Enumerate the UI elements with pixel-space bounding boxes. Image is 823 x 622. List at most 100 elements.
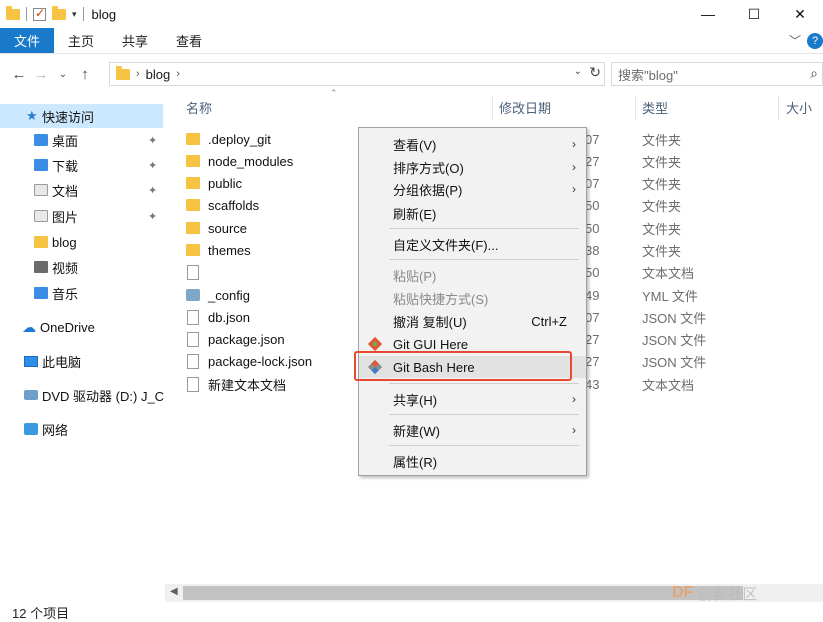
file-row[interactable]: package-lock.json — [186, 350, 312, 372]
menu-label: 排序方式(O) — [393, 160, 464, 176]
help-icon[interactable]: ? — [807, 32, 823, 49]
item-count: 12 个项目 — [12, 605, 70, 621]
nav-item-pictures[interactable]: 图片 ✦ — [0, 204, 157, 228]
sort-ascending-icon: ⌃ — [330, 88, 338, 98]
file-row[interactable]: _config — [186, 284, 250, 306]
address-dropdown-chevron-icon[interactable]: ⌄ — [574, 66, 582, 77]
minimize-button[interactable]: — — [685, 0, 731, 28]
menu-label: 刷新(E) — [393, 206, 437, 222]
scroll-left-arrow-icon[interactable]: ◀ — [170, 586, 178, 597]
column-header-name[interactable]: 名称 — [186, 96, 212, 118]
download-icon — [34, 159, 48, 171]
tab-share[interactable]: 共享 — [108, 28, 162, 53]
nav-item-desktop[interactable]: 桌面 ✦ — [0, 128, 157, 152]
file-row[interactable]: scaffolds — [186, 194, 259, 216]
tab-home[interactable]: 主页 — [54, 28, 108, 53]
computer-icon — [24, 355, 38, 367]
menu-item-properties[interactable]: 属性(R) — [359, 450, 586, 472]
nav-network[interactable]: 网络 — [0, 417, 68, 441]
search-icon[interactable]: ⌕ — [810, 65, 818, 82]
refresh-icon[interactable]: ↻ — [589, 64, 601, 81]
file-row[interactable]: 新建文本文档 — [186, 373, 286, 395]
watermark-brand: DF — [672, 584, 694, 601]
search-input[interactable]: 搜索"blog" ⌕ — [611, 62, 823, 86]
expand-ribbon-chevron-icon[interactable]: ﹀ — [789, 32, 801, 49]
pin-icon[interactable]: ✦ — [148, 134, 157, 147]
forward-arrow-icon[interactable]: → — [30, 66, 52, 83]
shortcut-text: Ctrl+Z — [531, 313, 567, 329]
nav-label: 桌面 — [52, 133, 79, 149]
pin-icon[interactable]: ✦ — [148, 159, 157, 172]
menu-item-paste-shortcut[interactable]: 粘贴快捷方式(S) — [359, 287, 586, 309]
address-bar[interactable]: › blog › ⌄ ↻ — [109, 62, 605, 86]
scrollbar-thumb[interactable] — [183, 586, 743, 600]
menu-item-share[interactable]: 共享(H) › — [359, 388, 586, 410]
file-type: 文本文档 — [642, 265, 695, 281]
column-header-size[interactable]: 大小 — [786, 96, 812, 118]
nav-item-videos[interactable]: 视频 — [0, 255, 78, 279]
file-row[interactable]: db.json — [186, 306, 250, 328]
file-name: public — [208, 175, 242, 191]
pin-icon[interactable]: ✦ — [148, 210, 157, 223]
file-type: 文件夹 — [642, 221, 682, 237]
breadcrumb-chevron-icon[interactable]: › — [176, 68, 180, 80]
pin-icon[interactable]: ✦ — [148, 184, 157, 197]
address-row: ← → ⌄ ↑ › blog › ⌄ ↻ 搜索"blog" ⌕ — [0, 58, 823, 90]
breadcrumb-blog[interactable]: blog — [146, 67, 171, 82]
tab-view[interactable]: 查看 — [162, 28, 216, 53]
menu-item-customize-folder[interactable]: 自定义文件夹(F)... — [359, 233, 586, 255]
customize-toolbar-chevron-icon[interactable]: ▾ — [72, 9, 77, 20]
file-name: scaffolds — [208, 197, 260, 213]
menu-item-new[interactable]: 新建(W) › — [359, 419, 586, 441]
nav-this-pc[interactable]: 此电脑 — [0, 349, 81, 373]
menu-item-group[interactable]: 分组依据(P) › — [359, 178, 586, 200]
file-row[interactable]: source — [186, 217, 247, 239]
back-arrow-icon[interactable]: ← — [8, 66, 30, 83]
recent-locations-chevron-icon[interactable]: ⌄ — [52, 69, 74, 80]
maximize-button[interactable]: ☐ — [731, 0, 777, 28]
file-date: 50 — [585, 220, 600, 236]
nav-quick-access[interactable]: ★ 快速访问 — [0, 104, 163, 128]
column-divider[interactable] — [635, 96, 636, 120]
status-bar: 12 个项目 — [0, 602, 823, 622]
file-name: themes — [208, 242, 251, 258]
menu-item-sort[interactable]: 排序方式(O) › — [359, 156, 586, 178]
nav-item-documents[interactable]: 文档 ✦ — [0, 178, 157, 202]
submenu-chevron-icon: › — [572, 137, 576, 151]
file-type: 文件夹 — [642, 176, 682, 192]
json-file-icon — [187, 331, 199, 347]
nav-onedrive[interactable]: ☁ OneDrive — [0, 315, 95, 339]
column-header-date[interactable]: 修改日期 — [499, 96, 551, 118]
nav-item-downloads[interactable]: 下载 ✦ — [0, 153, 157, 177]
menu-divider — [389, 228, 579, 229]
breadcrumb-chevron-icon[interactable]: › — [136, 68, 140, 80]
menu-item-undo-copy[interactable]: 撤消 复制(U) Ctrl+Z — [359, 310, 586, 332]
column-divider[interactable] — [778, 96, 779, 120]
up-arrow-icon[interactable]: ↑ — [74, 66, 96, 83]
file-date: 07 — [585, 309, 600, 325]
json-file-icon — [187, 353, 199, 369]
menu-item-view[interactable]: 查看(V) › — [359, 133, 586, 155]
close-button[interactable]: ✕ — [777, 0, 823, 28]
nav-item-music[interactable]: 音乐 — [0, 281, 78, 305]
file-row[interactable]: .deploy_git — [186, 128, 271, 150]
column-divider[interactable] — [492, 96, 493, 120]
tab-file[interactable]: 文件 — [0, 28, 55, 53]
new-folder-icon[interactable] — [52, 5, 66, 20]
menu-label: 自定义文件夹(F)... — [393, 237, 499, 253]
file-row[interactable] — [186, 261, 208, 283]
nav-item-blog[interactable]: blog — [0, 230, 77, 254]
nav-dvd-drive[interactable]: DVD 驱动器 (D:) J_C — [0, 383, 164, 407]
column-header-type[interactable]: 类型 — [642, 96, 668, 118]
navigation-pane: ★ 快速访问 桌面 ✦ 下载 ✦ 文档 ✦ 图片 ✦ blog 视频 音乐 ☁ … — [0, 96, 165, 596]
file-row[interactable]: package.json — [186, 328, 285, 350]
nav-label: blog — [52, 234, 77, 250]
star-icon: ★ — [26, 108, 38, 123]
menu-item-paste[interactable]: 粘贴(P) — [359, 264, 586, 286]
window-controls: — ☐ ✕ — [685, 0, 823, 28]
properties-icon[interactable] — [33, 6, 46, 21]
file-row[interactable]: public — [186, 172, 242, 194]
file-row[interactable]: node_modules — [186, 150, 293, 172]
menu-item-refresh[interactable]: 刷新(E) — [359, 202, 586, 224]
file-row[interactable]: themes — [186, 239, 251, 261]
